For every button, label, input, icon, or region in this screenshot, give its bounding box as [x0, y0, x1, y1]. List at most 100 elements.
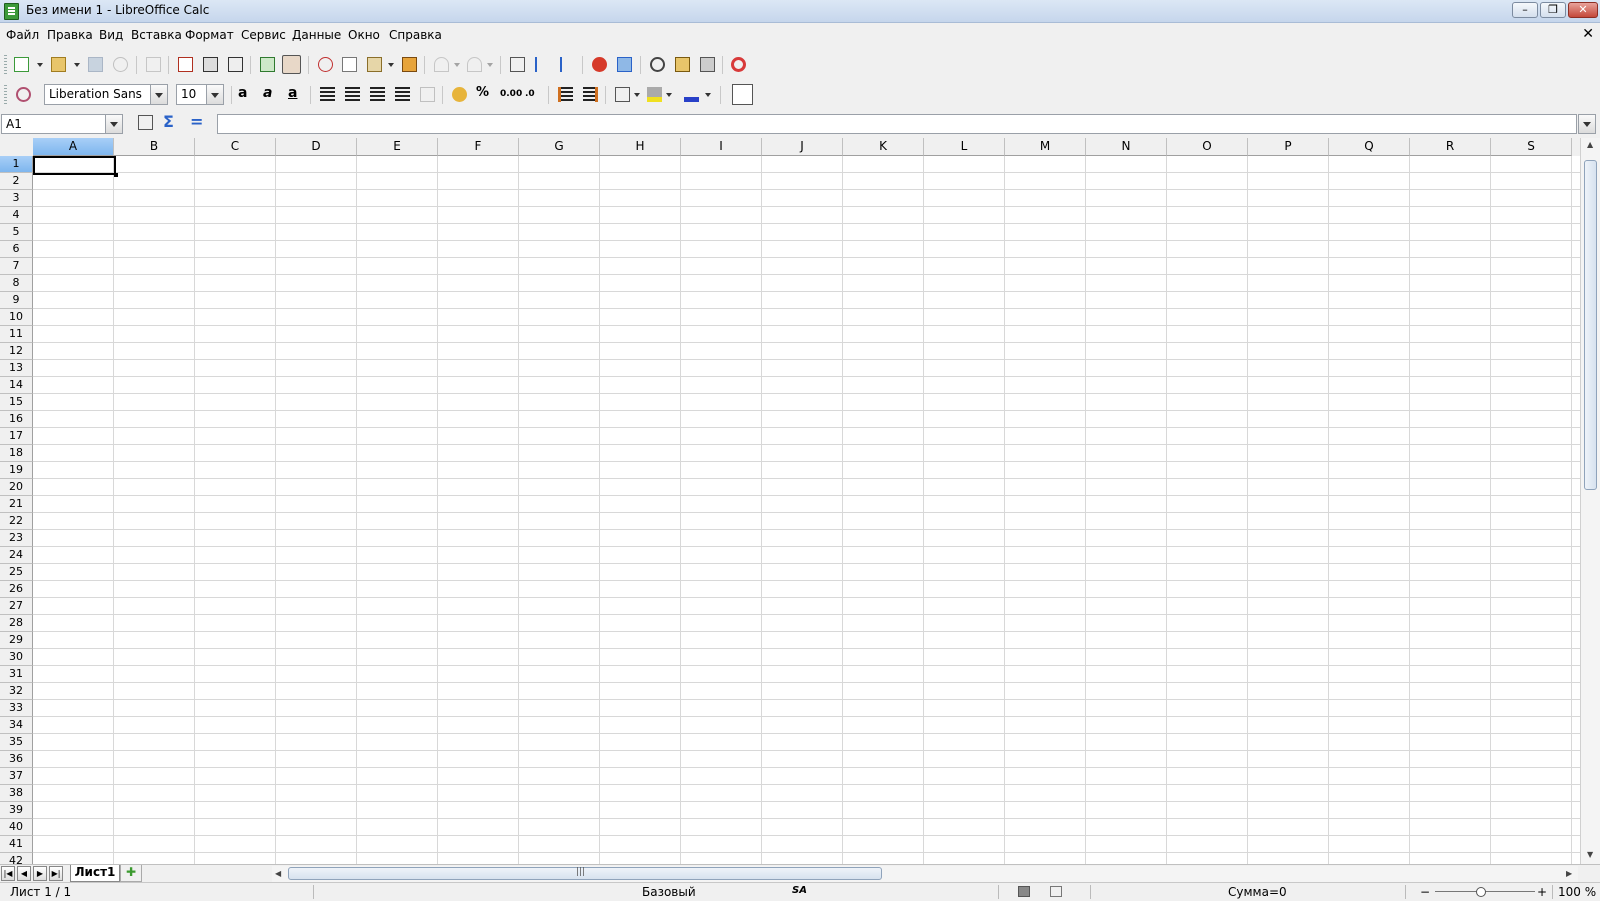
font-color-icon[interactable]	[684, 87, 699, 102]
gallery-icon[interactable]	[675, 57, 690, 72]
row-header[interactable]: 26	[0, 581, 33, 598]
column-header[interactable]: L	[924, 138, 1005, 156]
column-header[interactable]: K	[843, 138, 924, 156]
row-header[interactable]: 10	[0, 309, 33, 326]
row-header[interactable]: 7	[0, 258, 33, 275]
menu-insert[interactable]: Вставка	[131, 28, 182, 42]
function-wizard-icon[interactable]	[138, 115, 153, 130]
background-color-dropdown-icon[interactable]	[666, 93, 672, 97]
column-header[interactable]: F	[438, 138, 519, 156]
column-header[interactable]: A	[33, 138, 114, 156]
toolbar-grip[interactable]	[4, 55, 7, 74]
copy-icon[interactable]	[342, 57, 357, 72]
new-document-icon[interactable]	[14, 57, 29, 72]
navigator-icon[interactable]	[650, 57, 665, 72]
underline-icon[interactable]: a	[288, 85, 297, 101]
row-header[interactable]: 11	[0, 326, 33, 343]
selection-mode-icon[interactable]	[1018, 886, 1030, 897]
close-document-icon[interactable]: ✕	[1582, 26, 1594, 42]
row-header[interactable]: 22	[0, 513, 33, 530]
zoom-in-icon[interactable]: +	[1537, 885, 1547, 899]
zoom-slider-handle[interactable]	[1476, 887, 1486, 897]
row-header[interactable]: 21	[0, 496, 33, 513]
row-header[interactable]: 1	[0, 156, 33, 173]
email-icon[interactable]	[113, 57, 128, 72]
borders-icon[interactable]	[615, 87, 630, 102]
row-header[interactable]: 14	[0, 377, 33, 394]
print-preview-icon[interactable]	[228, 57, 243, 72]
column-header[interactable]: E	[357, 138, 438, 156]
column-header[interactable]: Q	[1329, 138, 1410, 156]
row-header[interactable]: 34	[0, 717, 33, 734]
data-sources-icon[interactable]	[700, 57, 715, 72]
menu-file[interactable]: Файл	[6, 28, 39, 42]
decrease-indent-icon[interactable]	[558, 87, 573, 102]
menu-format[interactable]: Формат	[185, 28, 234, 42]
row-header[interactable]: 15	[0, 394, 33, 411]
sheet-tab-list1[interactable]: Лист1	[70, 865, 120, 882]
help-icon[interactable]	[731, 57, 746, 72]
row-header[interactable]: 40	[0, 819, 33, 836]
insert-chart-icon[interactable]	[592, 57, 607, 72]
row-header[interactable]: 27	[0, 598, 33, 615]
redo-dropdown-icon[interactable]	[487, 63, 493, 67]
close-button[interactable]: ✕	[1568, 2, 1598, 18]
cut-icon[interactable]	[318, 57, 333, 72]
row-header[interactable]: 31	[0, 666, 33, 683]
column-header[interactable]: M	[1005, 138, 1086, 156]
row-header[interactable]: 25	[0, 564, 33, 581]
row-header[interactable]: 9	[0, 292, 33, 309]
formula-input[interactable]	[217, 114, 1577, 134]
row-header[interactable]: 37	[0, 768, 33, 785]
scroll-left-icon[interactable]: ◀	[275, 869, 281, 878]
column-header[interactable]: D	[276, 138, 357, 156]
row-header[interactable]: 4	[0, 207, 33, 224]
row-header[interactable]: 41	[0, 836, 33, 853]
vertical-scroll-thumb[interactable]	[1584, 160, 1597, 490]
row-header[interactable]: 30	[0, 649, 33, 666]
formula-icon[interactable]: =	[190, 112, 203, 131]
menu-tools[interactable]: Сервис	[241, 28, 286, 42]
add-sheet-icon[interactable]: ✚	[120, 865, 142, 882]
page-style[interactable]: Базовый	[642, 885, 696, 899]
menu-help[interactable]: Справка	[389, 28, 442, 42]
column-header[interactable]: S	[1491, 138, 1572, 156]
increase-indent-icon[interactable]	[583, 87, 598, 102]
row-header[interactable]: 12	[0, 343, 33, 360]
bold-icon[interactable]: a	[238, 85, 247, 101]
language-indicator[interactable]: SA	[792, 885, 807, 896]
last-sheet-button[interactable]: ▶|	[49, 866, 63, 881]
paste-icon[interactable]	[367, 57, 382, 72]
pivot-table-icon[interactable]	[617, 57, 632, 72]
column-header[interactable]: J	[762, 138, 843, 156]
horizontal-scrollbar[interactable]: ◀ ||| ▶	[272, 866, 1578, 882]
font-size-dropdown-icon[interactable]	[206, 85, 223, 104]
scroll-down-icon[interactable]: ▼	[1587, 850, 1593, 859]
row-header[interactable]: 32	[0, 683, 33, 700]
row-header[interactable]: 29	[0, 632, 33, 649]
save-icon[interactable]	[88, 57, 103, 72]
previous-sheet-button[interactable]: ◀	[17, 866, 31, 881]
row-header[interactable]: 42	[0, 853, 33, 864]
menu-window[interactable]: Окно	[348, 28, 380, 42]
scroll-right-icon[interactable]: ▶	[1566, 869, 1572, 878]
italic-icon[interactable]: a	[263, 85, 272, 101]
column-header[interactable]: N	[1086, 138, 1167, 156]
percent-format-icon[interactable]: %	[476, 85, 489, 100]
column-header[interactable]: P	[1248, 138, 1329, 156]
export-pdf-icon[interactable]	[178, 57, 193, 72]
currency-format-icon[interactable]	[452, 87, 467, 102]
row-header[interactable]: 18	[0, 445, 33, 462]
autospellcheck-icon[interactable]	[282, 55, 301, 74]
row-header[interactable]: 19	[0, 462, 33, 479]
print-icon[interactable]	[203, 57, 218, 72]
cell-area[interactable]	[33, 156, 1580, 864]
first-sheet-button[interactable]: |◀	[1, 866, 15, 881]
column-header[interactable]: G	[519, 138, 600, 156]
scroll-up-icon[interactable]: ▲	[1587, 140, 1593, 149]
merge-cells-icon[interactable]	[420, 87, 435, 102]
gridlines-toggle-icon[interactable]	[732, 84, 753, 105]
font-name-dropdown-icon[interactable]	[150, 85, 167, 104]
undo-dropdown-icon[interactable]	[454, 63, 460, 67]
font-name-combo[interactable]: Liberation Sans	[44, 84, 168, 105]
